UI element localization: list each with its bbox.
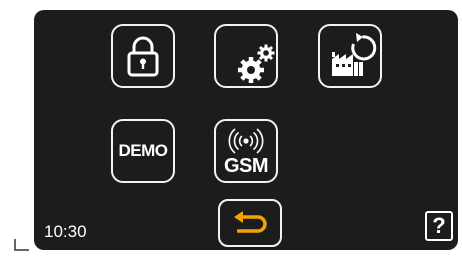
factory-reset-button[interactable] [318,24,382,88]
gsm-label: GSM [223,155,269,177]
back-arrow-icon [234,211,267,233]
lock-button[interactable] [111,24,175,88]
help-button[interactable]: ? [425,211,453,241]
demo-label: DEMO [118,141,169,160]
settings-button[interactable] [214,24,278,88]
back-button[interactable] [218,199,282,247]
factory-reset-icon [332,33,377,76]
help-label: ? [432,213,446,238]
padlock-icon [127,36,159,77]
demo-button[interactable]: DEMO [111,119,175,183]
corner-bracket-mark [14,239,29,251]
gsm-button[interactable]: GSM [214,119,278,183]
clock-time: 10:30 [44,222,87,241]
gears-icon [238,44,275,83]
page: DEMO GSM 10:30 ? [0,0,462,257]
